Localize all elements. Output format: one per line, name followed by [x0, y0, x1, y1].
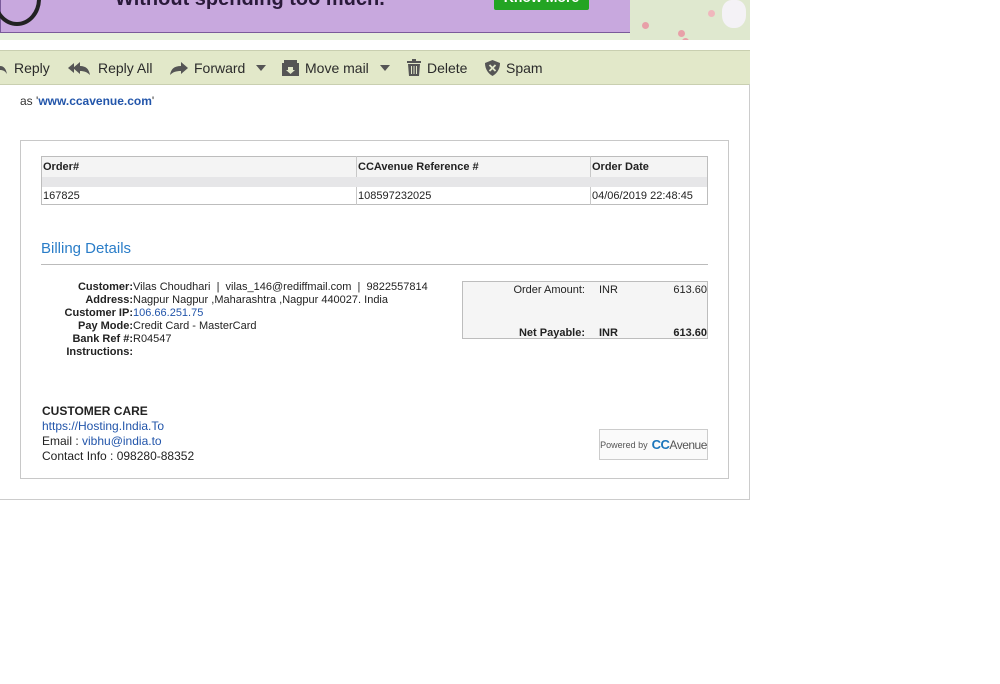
logo-avenue: Avenue [669, 437, 707, 452]
table-spacer-row [41, 177, 708, 187]
reply-all-label: Reply All [98, 59, 153, 76]
move-mail-icon [282, 59, 299, 76]
ccavenue-link[interactable]: www.ccavenue.com [38, 94, 152, 108]
customer-care-email-row: Email : vibhu@india.to [42, 434, 194, 449]
instructions-label: Instructions: [66, 346, 133, 358]
pay-mode-value: Credit Card - MasterCard [133, 320, 257, 332]
order-number-cell: 167825 [43, 189, 80, 202]
order-table: Order# CCAvenue Reference # Order Date 1… [41, 156, 708, 205]
intro-prefix: as ' [20, 94, 39, 108]
delete-button[interactable]: Delete [407, 51, 467, 84]
customer-ip-link[interactable]: 106.66.251.75 [133, 307, 203, 319]
move-mail-button[interactable]: Move mail [282, 51, 391, 84]
billing-details: Customer: Vilas Choudhari | vilas_146@re… [41, 281, 428, 359]
flower-decoration [708, 10, 715, 17]
flower-decoration [682, 38, 689, 40]
customer-care: CUSTOMER CARE https://Hosting.India.To E… [42, 404, 194, 464]
chevron-down-icon [256, 64, 267, 71]
address-value: Nagpur Nagpur ,Maharashtra ,Nagpur 44002… [133, 294, 388, 306]
customer-value: Vilas Choudhari | vilas_146@rediffmail.c… [133, 281, 428, 293]
net-payable-row: Net Payable: INR 613.60 [463, 327, 707, 339]
flower-decoration [642, 22, 649, 29]
customer-label: Customer: [77, 281, 133, 293]
chevron-down-icon [379, 64, 390, 71]
table-row: 167825 108597232025 04/06/2019 22:48:45 [42, 187, 708, 205]
order-date-header: Order Date [590, 156, 708, 177]
billing-details-title: Billing Details [41, 240, 132, 257]
order-date-cell: 04/06/2019 22:48:45 [590, 187, 708, 205]
reply-button[interactable]: Reply [0, 51, 50, 84]
trash-icon [407, 59, 421, 76]
instructions-row: Instructions: [41, 346, 428, 359]
net-payable-label: Net Payable: [518, 327, 585, 339]
forward-label: Forward [194, 59, 246, 76]
reply-label: Reply [14, 59, 50, 76]
order-amount-label: Order Amount: [513, 284, 585, 296]
spacer-cell [41, 177, 708, 187]
customer-ip-label: Customer IP: [64, 307, 133, 319]
forward-button[interactable]: Forward [170, 51, 267, 84]
customer-care-title: CUSTOMER CARE [42, 404, 148, 418]
powered-by-ccavenue-logo[interactable]: Powered by CCAvenue [599, 429, 708, 460]
forward-icon [170, 61, 188, 75]
advert-banner: Without spending too much. Know More [0, 0, 750, 40]
payment-receipt-card: Order# CCAvenue Reference # Order Date 1… [20, 140, 729, 479]
net-payable-currency: INR [599, 327, 618, 339]
delete-label: Delete [427, 59, 468, 76]
reference-cell: 108597232025 [356, 187, 591, 205]
net-payable-value: 613.60 [673, 327, 707, 339]
pay-mode-row: Pay Mode: Credit Card - MasterCard [41, 320, 428, 333]
email-label: Email : [42, 434, 83, 448]
order-number-header: Order# [41, 156, 357, 177]
reference-header: CCAvenue Reference # [356, 156, 591, 177]
advert-swirl-graphic [0, 0, 41, 26]
customer-care-email-link[interactable]: vibhu@india.to [82, 434, 162, 448]
order-amount-currency: INR [599, 284, 618, 296]
advert-panel[interactable]: Without spending too much. Know More [0, 0, 631, 33]
advert-text: Without spending too much. [115, 0, 385, 11]
flower-decoration [678, 30, 685, 37]
customer-care-website-link[interactable]: https://Hosting.India.To [42, 419, 164, 433]
spam-button[interactable]: Spam [485, 51, 543, 84]
reply-all-icon [68, 61, 90, 75]
intro-text: as 'www.ccavenue.com' [20, 94, 154, 108]
customer-ip-row: Customer IP: 106.66.251.75 [41, 307, 428, 320]
reply-icon [0, 62, 7, 74]
pay-mode-label: Pay Mode: [77, 320, 133, 332]
mail-toolbar: Reply Reply All Forward Move mail Delete… [0, 50, 750, 85]
bank-ref-label: Bank Ref #: [72, 333, 133, 345]
order-amount-row: Order Amount: INR 613.60 [463, 284, 707, 296]
bunny-decoration [722, 0, 746, 28]
logo-cc: CC [651, 436, 670, 452]
order-amount-value: 613.60 [673, 284, 707, 296]
spam-shield-icon [485, 59, 500, 76]
address-label: Address: [85, 294, 133, 306]
section-divider [41, 264, 708, 265]
amount-summary: Order Amount: INR 613.60 Net Payable: IN… [462, 281, 708, 339]
customer-row: Customer: Vilas Choudhari | vilas_146@re… [41, 281, 428, 294]
address-row: Address: Nagpur Nagpur ,Maharashtra ,Nag… [41, 294, 428, 307]
move-mail-label: Move mail [305, 59, 369, 76]
know-more-button[interactable]: Know More [494, 0, 589, 10]
order-table-header: Order# CCAvenue Reference # Order Date [41, 156, 708, 177]
bank-ref-value: R04547 [133, 333, 172, 345]
powered-by-label: Powered by [600, 439, 648, 450]
intro-suffix: ' [151, 94, 155, 108]
bank-ref-row: Bank Ref #: R04547 [41, 333, 428, 346]
ccavenue-logo: CCAvenue [651, 436, 708, 454]
spam-label: Spam [506, 59, 543, 76]
reply-all-button[interactable]: Reply All [68, 51, 152, 84]
customer-care-contact: Contact Info : 098280-88352 [42, 449, 195, 463]
